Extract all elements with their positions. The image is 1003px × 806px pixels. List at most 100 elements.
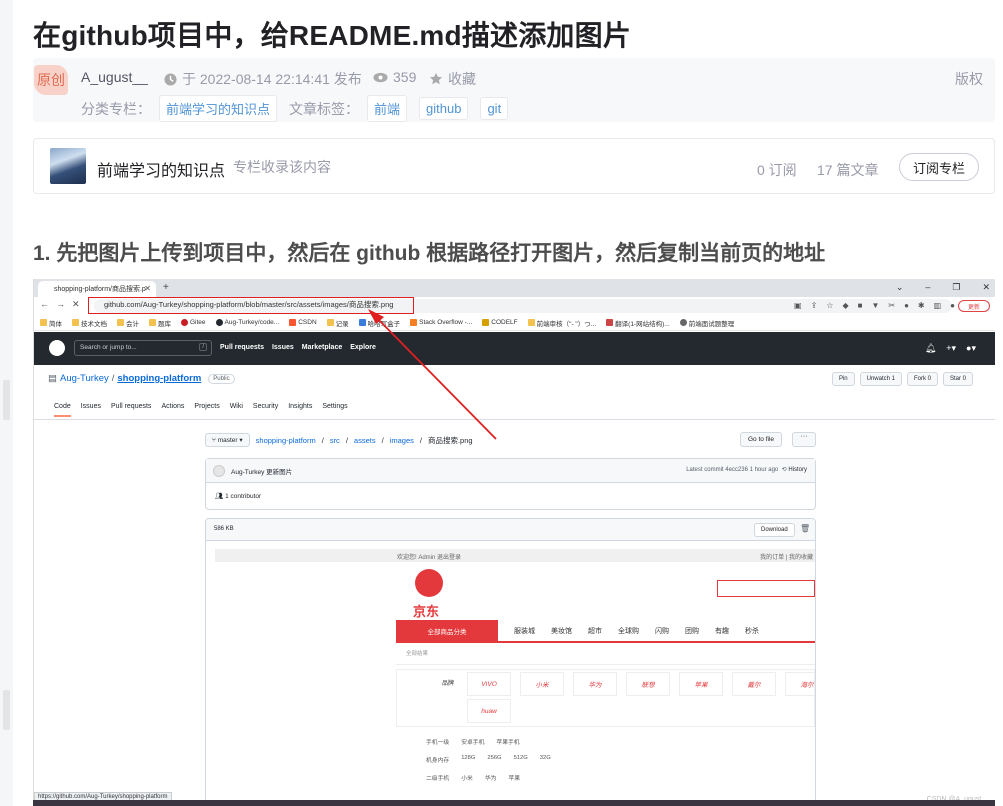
bell-icon: 🔔︎ [924,343,937,353]
brand-item: 联想 [626,672,670,696]
avatar [213,465,225,477]
subscribe-column-button[interactable]: 订阅专栏 [899,153,979,181]
github-nav: Pull requests Issues Marketplace Explore [220,344,376,351]
jd-welcome: 欢迎您! Admin 退出登录 [397,555,462,561]
ext-icon: ▼ [871,301,880,310]
file-header: 586 KB Download 🗑︎ [206,519,815,541]
article-title: 在github项目中，给README.md描述添加图片 [33,20,632,51]
left-gutter [0,0,13,806]
avatar-icon: ●▾ [966,343,976,353]
commit-box: Aug-Turkey 更新图片 Latest commit 4ecc236 1 … [205,458,816,510]
page: 在github项目中，给README.md描述添加图片 原创 A_ugust__… [0,0,1003,806]
brand-item: 戴尔 [732,672,776,696]
history-icon: ⟲ [781,467,787,473]
gutter-marker [3,690,10,730]
github-search-placeholder: Search or jump to... [80,344,137,351]
github-search: Search or jump to... / [74,340,212,356]
tag-item[interactable]: git [480,97,509,120]
repo-icon: ▤ [48,373,57,384]
public-badge: Public [208,373,235,384]
github-logo-icon [49,340,65,356]
repo-actions: Pin Unwatch 1 Fork 0 Star 0 [831,372,973,386]
column-name[interactable]: 前端学习的知识点 [97,157,225,181]
bookmark-item: Stack Overflow -... [410,319,472,326]
puzzle-icon: ✱ [917,301,925,310]
star-button: Star 0 [942,372,973,386]
gh-nav-item: Issues [271,344,294,351]
fork-button: Fork 0 [906,372,938,386]
file-viewer: 586 KB Download 🗑︎ 欢迎您! Admin 退出登录 我的订单 … [205,518,816,806]
share-icon: ⇪ [810,301,818,310]
commit-message: Aug-Turkey 更新图片 [231,469,293,476]
bookmark-item: Gitee [181,319,206,326]
jd-search-box [717,580,815,597]
bookmark-item: 题库 [149,318,171,328]
tag-item[interactable]: github [419,97,469,120]
jd-mascot-icon [415,569,443,597]
bookmark-item: 前端审核（"- "）つ... [527,318,596,328]
pin-button: Pin [831,372,855,386]
step-heading: 1. 先把图片上传到项目中，然后在 github 根据路径打开图片，然后复制当前… [33,242,826,265]
close-icon: ✕ [982,282,990,292]
browser-tabbar: shopping-platform/商品搜索.p ✕ + ⌄ – ❐ ✕ [34,279,995,297]
article-screenshot: shopping-platform/商品搜索.p ✕ + ⌄ – ❐ ✕ ← →… [33,279,995,806]
more-options-icon: ··· [792,432,816,447]
tags-label: 文章标签： [289,100,360,117]
repo-owner: Aug-Turkey [59,373,109,384]
browser-tab: shopping-platform/商品搜索.p ✕ [38,281,156,297]
jd-logo: 京东 [401,569,469,619]
bookmark-item: 记录 [326,318,349,328]
column-card: 前端学习的知识点 专栏收录该内容 0 订阅 17 篇文章 订阅专栏 [33,138,995,194]
jd-logo-text: 京东 [413,604,440,619]
plus-icon: +▾ [946,343,957,353]
jd-nav-item: 闪购 [655,628,669,635]
bookmark-item: CODELF [482,319,518,326]
collect-label: 收藏 [448,71,476,87]
author-link[interactable]: A_ugust__ [81,69,148,85]
download-button: Download [754,523,795,537]
jd-nav-item: 服装城 [514,628,535,635]
profile-icon: ● [950,301,956,310]
address-highlight-box [88,297,414,314]
bookmark-item: 哈哈写盒子 [358,318,400,328]
commit-meta: Latest commit 4ecc236 1 hour ago ⟲ Histo… [686,467,807,473]
gh-nav-item: Explore [350,344,376,351]
jd-nav-item: 秒杀 [745,628,759,635]
tab-title: shopping-platform/商品搜索.p [54,286,146,293]
tag-item[interactable]: 前端 [367,95,408,122]
bookmark-item: 技术文档 [72,318,107,328]
tab-wiki: Wiki [229,403,243,410]
minimize-icon: – [925,282,931,292]
tab-actions: Actions [161,403,185,410]
copyright-link[interactable]: 版权 [955,69,983,89]
jd-links: 我的订单 | 我的收藏 [760,555,813,561]
jd-spec-row: 机身内存 128G 256G 512G 32G [426,755,551,764]
repo-name: shopping-platform [117,373,202,384]
category-tag[interactable]: 前端学习的知识点 [159,95,278,122]
ext-icon: ✂ [888,301,896,310]
column-thumbnail[interactable] [50,148,86,184]
jd-screenshot: 欢迎您! Admin 退出登录 我的订单 | 我的收藏 京东 全部商品分类 服装… [215,549,815,805]
column-subscriptions: 0 订阅 [757,162,797,178]
bookmark-item: Aug-Turkey/code... [215,319,279,326]
collect-button[interactable]: 收藏 [429,69,476,89]
extension-icons: ▣ ⇪ ☆ ◆ ■ ▼ ✂ ● ✱ ▥ ● [794,301,955,310]
history-link: History [788,467,807,473]
brand-item: 海尔 [785,672,815,696]
original-badge: 原创 [34,65,68,95]
jd-nav-item: 全球购 [618,628,639,635]
github-header: Search or jump to... / Pull requests Iss… [34,332,995,365]
close-load-icon: ✕ [72,299,80,309]
brand-item: huaw [467,699,511,723]
translate-icon: ▣ [794,301,802,310]
brand-item: 小米 [520,672,564,696]
tab-pull-requests: Pull requests [110,403,152,410]
chevron-down-icon: ⌄ [895,282,904,292]
maximize-icon: ❐ [952,282,961,292]
tab-projects: Projects [194,403,220,410]
tab-settings: Settings [322,403,348,410]
ext-icon: ◆ [842,301,849,310]
contributors: 👥︎ 1 contributor [215,493,262,500]
slash-key-icon: / [199,343,207,351]
breadcrumb-item: src [329,435,340,445]
